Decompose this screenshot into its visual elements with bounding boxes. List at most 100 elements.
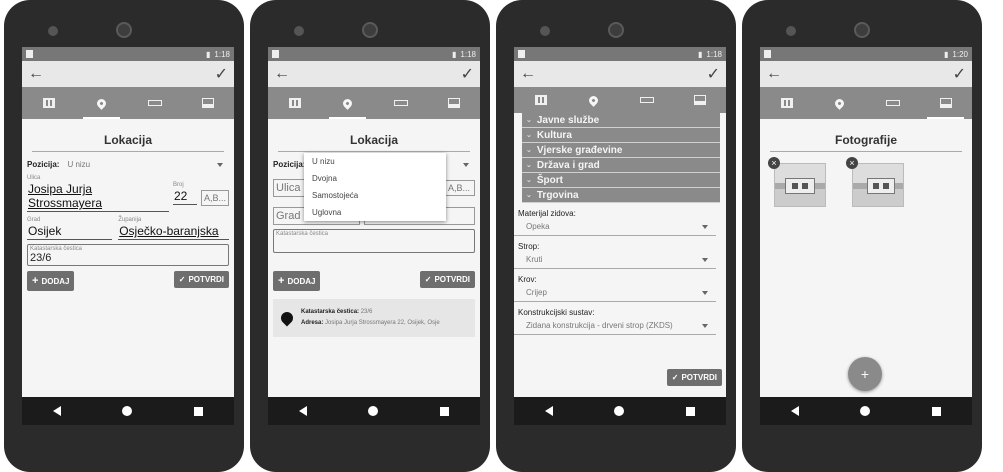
back-arrow-icon[interactable]: ←	[766, 65, 782, 83]
tab-building[interactable]	[22, 87, 75, 119]
strop-select[interactable]: Kruti	[514, 251, 716, 269]
pozicija-label: Pozicija:	[27, 160, 60, 169]
app-bar: ← ✓	[268, 61, 480, 87]
status-time: 1:18	[214, 49, 230, 59]
tab-bar	[268, 87, 480, 119]
chevron-down-icon: ⌄	[526, 177, 532, 184]
status-bar: ▮ 1:18	[514, 47, 726, 61]
tab-measure[interactable]	[374, 87, 427, 119]
speaker	[48, 26, 58, 36]
tab-photos[interactable]	[181, 87, 234, 119]
back-arrow-icon[interactable]: ←	[274, 65, 290, 83]
tab-photos[interactable]	[673, 87, 726, 113]
katastarska-input[interactable]: 23/6	[30, 252, 226, 264]
nav-bar	[514, 397, 726, 425]
broj-input[interactable]: 22	[173, 188, 197, 205]
back-arrow-icon[interactable]: ←	[28, 65, 44, 83]
tab-measure[interactable]	[866, 87, 919, 119]
back-arrow-icon[interactable]: ←	[520, 65, 536, 83]
option-u-nizu[interactable]: U nizu	[304, 153, 446, 170]
nav-recents-icon[interactable]	[932, 406, 942, 416]
krov-select[interactable]: Crijep	[514, 284, 716, 302]
option-samostojeca[interactable]: Samostojeća	[304, 187, 446, 204]
photo-thumbnail[interactable]	[774, 163, 826, 207]
dropdown-arrow-icon	[702, 224, 708, 229]
house-image	[785, 178, 815, 194]
nav-back-icon[interactable]	[790, 406, 799, 416]
building-icon	[288, 98, 301, 108]
signal-icon: ▮	[944, 49, 949, 59]
ulica-input[interactable]: Josipa Jurja Strossmayera	[27, 181, 169, 212]
potvrdi-button[interactable]: ✓ POTVRDI	[173, 271, 229, 288]
app-bar: ← ✓	[760, 61, 972, 87]
category-item[interactable]: ⌄ Šport	[522, 173, 720, 188]
tab-measure[interactable]	[128, 87, 181, 119]
delete-photo-icon[interactable]: ×	[768, 157, 780, 169]
pozicija-label: Pozicija:	[273, 160, 306, 169]
screen-fotografije: ▮ 1:20 ← ✓ Fotografije × × +	[760, 47, 972, 397]
materijal-select[interactable]: Opeka	[514, 218, 716, 236]
ruler-icon	[147, 100, 162, 106]
check-icon[interactable]: ✓	[215, 64, 228, 84]
option-dvojna[interactable]: Dvojna	[304, 170, 446, 187]
dodaj-button[interactable]: + DODAJ	[273, 271, 321, 291]
nav-home-icon[interactable]	[122, 406, 133, 416]
category-item[interactable]: ⌄ Država i grad	[522, 158, 720, 173]
tab-photos[interactable]	[427, 87, 480, 119]
tab-building[interactable]	[514, 87, 567, 113]
pozicija-dropdown-menu: U nizu Dvojna Samostojeća Uglovna	[304, 153, 446, 221]
tab-measure[interactable]	[620, 87, 673, 113]
content: Fotografije × × +	[760, 119, 972, 397]
nav-back-icon[interactable]	[298, 406, 307, 416]
nav-recents-icon[interactable]	[440, 406, 450, 416]
tab-location[interactable]	[321, 87, 374, 119]
dodaj-button[interactable]: + DODAJ	[27, 271, 75, 291]
pozicija-select[interactable]: U nizu	[67, 160, 90, 169]
category-item[interactable]: ⌄ Javne službe	[522, 113, 720, 128]
notification-icon	[518, 50, 525, 58]
dropdown-arrow-icon[interactable]	[463, 162, 469, 167]
photo-thumbnail[interactable]	[852, 163, 904, 207]
nav-recents-icon[interactable]	[194, 406, 204, 416]
check-icon: ✓	[178, 275, 186, 284]
nav-recents-icon[interactable]	[686, 406, 696, 416]
check-icon[interactable]: ✓	[461, 64, 474, 84]
card-adresa-value: Josipa Jurja Strossmayera 22, Osijek, Os…	[325, 320, 440, 326]
tab-bar	[760, 87, 972, 119]
check-icon[interactable]: ✓	[953, 64, 966, 84]
tab-building[interactable]	[268, 87, 321, 119]
zupanija-input[interactable]: Osječko-baranjska	[118, 223, 229, 240]
tab-location[interactable]	[813, 87, 866, 119]
grad-input[interactable]: Osijek	[27, 223, 113, 240]
chevron-down-icon: ⌄	[526, 132, 532, 139]
signal-icon: ▮	[206, 49, 211, 59]
option-uglovna[interactable]: Uglovna	[304, 204, 446, 221]
nav-back-icon[interactable]	[544, 406, 553, 416]
potvrdi-button[interactable]: ✓ POTVRDI	[419, 271, 475, 288]
nav-back-icon[interactable]	[52, 406, 61, 416]
nav-home-icon[interactable]	[860, 406, 871, 416]
tab-location[interactable]	[567, 87, 620, 113]
konstrukcija-select[interactable]: Zidana konstrukcija - drveni strop (ZKDS…	[514, 317, 716, 335]
signal-icon: ▮	[452, 49, 457, 59]
slovo-input[interactable]: A,B...	[445, 180, 475, 196]
delete-photo-icon[interactable]: ×	[846, 157, 858, 169]
category-item[interactable]: ⌄ Vjerske građevine	[522, 143, 720, 158]
add-photo-fab[interactable]: +	[848, 357, 882, 391]
slovo-input[interactable]: A,B...	[201, 189, 229, 206]
location-card[interactable]: Katastarska čestica: 23/6 Adresa: Josipa…	[273, 299, 475, 337]
tab-building[interactable]	[760, 87, 813, 119]
building-icon	[534, 95, 547, 105]
screen-lokacija-dropdown: ▮ 1:18 ← ✓ Lokacija Pozicija: Ulica A,B.…	[268, 47, 480, 397]
krov-label: Krov:	[518, 275, 537, 284]
check-icon[interactable]: ✓	[707, 64, 720, 84]
potvrdi-button[interactable]: ✓ POTVRDI	[666, 369, 722, 386]
category-item[interactable]: ⌄ Kultura	[522, 128, 720, 143]
nav-home-icon[interactable]	[368, 406, 379, 416]
nav-home-icon[interactable]	[614, 406, 625, 416]
dropdown-arrow-icon	[702, 290, 708, 295]
tab-location[interactable]	[75, 87, 128, 119]
tab-photos[interactable]	[919, 87, 972, 119]
dropdown-arrow-icon[interactable]	[217, 162, 223, 167]
category-item[interactable]: ⌄ Trgovina	[522, 188, 720, 203]
